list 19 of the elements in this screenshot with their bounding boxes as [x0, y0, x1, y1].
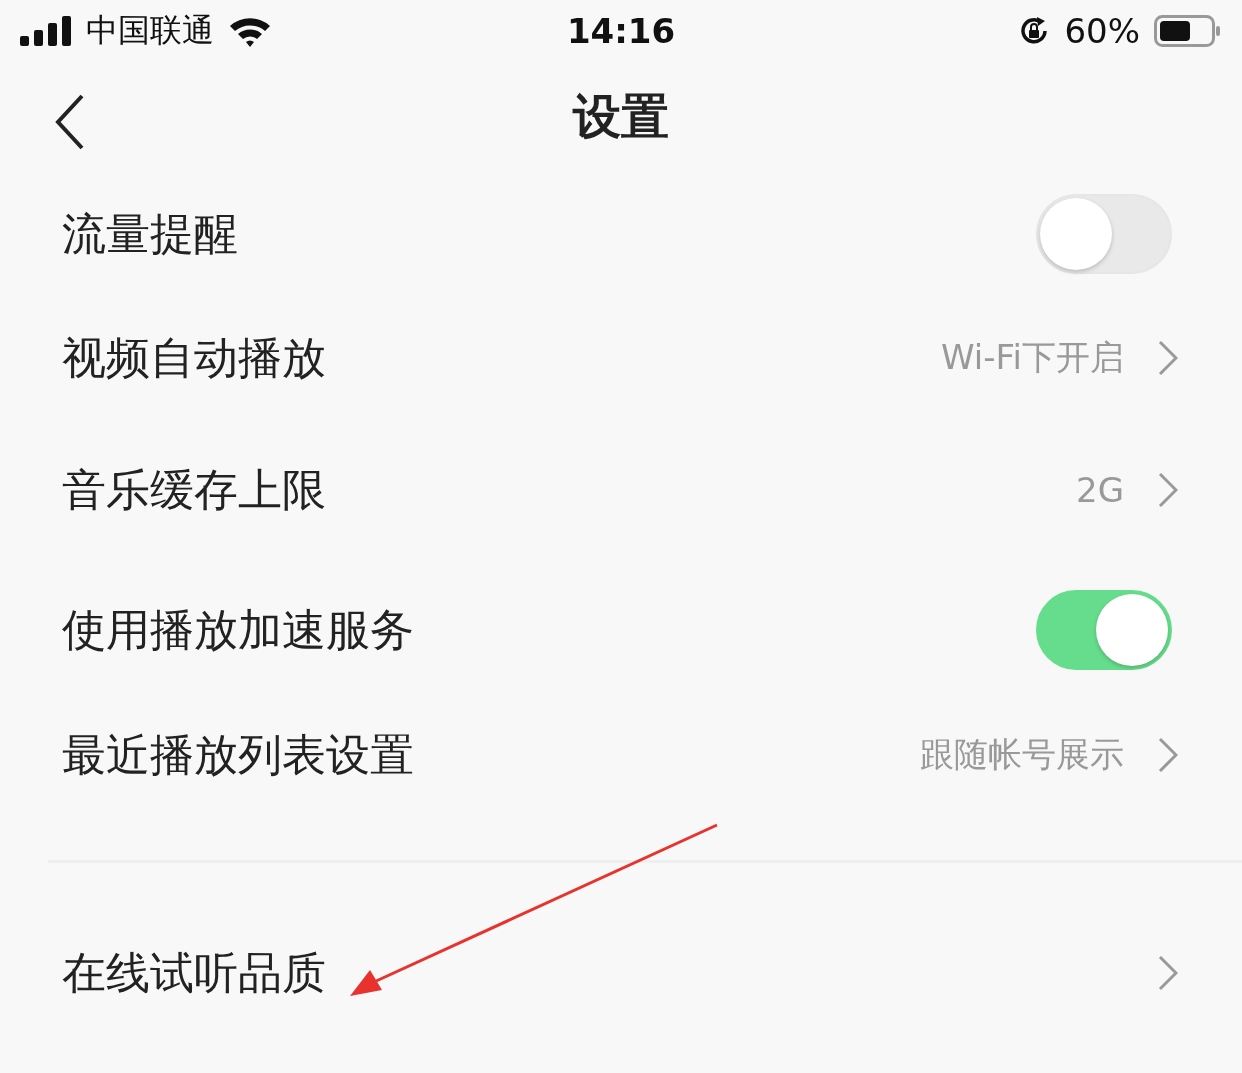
chevron-icon	[1158, 737, 1178, 773]
setting-label: 最近播放列表设置	[62, 727, 415, 782]
setting-label: 视频自动播放	[62, 330, 327, 385]
carrier-name: 中国联通	[86, 10, 214, 51]
setting-value: 跟随帐号展示	[920, 733, 1124, 776]
setting-label: 音乐缓存上限	[62, 462, 327, 517]
battery-percent: 60%	[1064, 11, 1140, 51]
page-title: 设置	[573, 87, 669, 146]
setting-value: Wi-Fi下开启	[940, 336, 1124, 379]
chevron-icon	[1158, 472, 1178, 508]
battery-icon	[1154, 15, 1222, 47]
setting-value: 2G	[1076, 470, 1124, 510]
setting-label: 在线试听品质	[62, 945, 327, 1000]
chevron-icon	[1158, 955, 1178, 991]
clock-time: 14:16	[566, 11, 676, 51]
chevron-icon	[1158, 340, 1178, 376]
signal-icon	[20, 16, 72, 46]
setting-label: 使用播放加速服务	[62, 602, 415, 657]
setting-label: 流量提醒	[62, 206, 239, 261]
